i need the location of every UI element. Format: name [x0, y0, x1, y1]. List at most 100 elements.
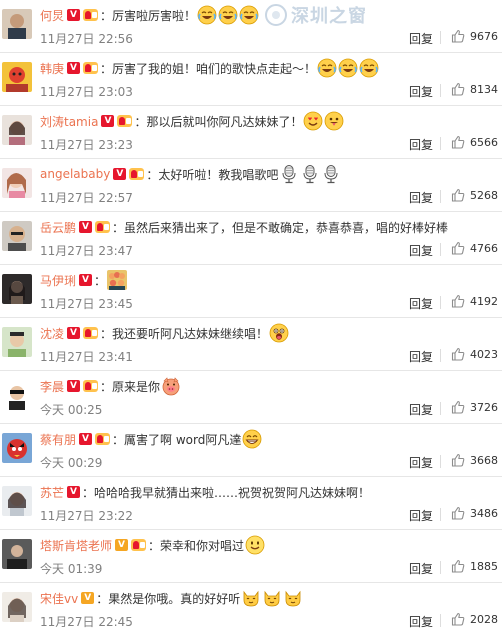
- verified-badge-icon[interactable]: V: [79, 221, 93, 233]
- colon-separator: ：: [94, 273, 107, 288]
- reply-button[interactable]: 回复: [409, 348, 433, 365]
- watermark: 深圳之窗: [265, 2, 367, 28]
- divider: [440, 508, 441, 521]
- watermark-text: 深圳之窗: [291, 6, 368, 27]
- like-count: 4192: [470, 294, 498, 308]
- verified-badge-icon[interactable]: V: [79, 433, 93, 445]
- reply-button[interactable]: 回复: [409, 454, 433, 471]
- member-level-icon[interactable]: [83, 9, 99, 21]
- like-count: 4023: [470, 347, 498, 361]
- like-button[interactable]: 2028: [451, 612, 498, 626]
- verified-badge-icon[interactable]: V: [101, 115, 115, 127]
- verified-badge-icon[interactable]: V: [79, 274, 93, 286]
- like-button[interactable]: 1885: [451, 559, 498, 573]
- verified-badge-icon[interactable]: V: [113, 168, 127, 180]
- comment-body: 韩庚 V ： 厉害了我的姐！咱们的歌快点走起～！: [40, 58, 379, 78]
- avatar[interactable]: [2, 592, 32, 622]
- commenter-name[interactable]: 马伊琍: [40, 272, 76, 289]
- colon-separator: ：: [96, 591, 109, 606]
- avatar[interactable]: [2, 380, 32, 410]
- thumbs-up-icon: [451, 29, 465, 43]
- member-level-icon[interactable]: [83, 327, 99, 339]
- comment-text: 原来是你: [112, 379, 161, 394]
- comment-time: 11月27日 23:41: [40, 349, 133, 364]
- cat-emoji: [262, 588, 282, 608]
- smile-emoji: [245, 535, 265, 555]
- commenter-name[interactable]: 蔡有朋: [40, 431, 76, 448]
- crying-laugh-emoji: [359, 58, 379, 78]
- commenter-name[interactable]: 塔斯肯塔老师: [40, 537, 112, 554]
- verified-badge-icon[interactable]: V: [67, 62, 81, 74]
- reply-button[interactable]: 回复: [409, 83, 433, 100]
- member-level-icon[interactable]: [131, 539, 147, 551]
- like-button[interactable]: 4766: [451, 241, 498, 255]
- like-button[interactable]: 8134: [451, 82, 498, 96]
- reply-button[interactable]: 回复: [409, 507, 433, 524]
- commenter-name[interactable]: 苏芒: [40, 484, 64, 501]
- thumbs-up-icon: [451, 400, 465, 414]
- like-button[interactable]: 4023: [451, 347, 498, 361]
- commenter-name[interactable]: 何炅: [40, 7, 64, 24]
- comment-body: 沈凌 V ： 我还要听阿凡达妹妹继续唱！: [40, 323, 289, 343]
- commenter-name[interactable]: angelababy: [40, 167, 110, 181]
- reply-button[interactable]: 回复: [409, 30, 433, 47]
- avatar[interactable]: [2, 274, 32, 304]
- like-button[interactable]: 3726: [451, 400, 498, 414]
- avatar[interactable]: [2, 327, 32, 357]
- divider: [440, 296, 441, 309]
- thumbs-up-icon: [451, 506, 465, 520]
- comment-text: 哈哈哈我早就猜出来啦……祝贺祝贺阿凡达妹妹啊！: [94, 485, 371, 500]
- commenter-name[interactable]: 岳云鹏: [40, 219, 76, 236]
- member-level-icon[interactable]: [83, 62, 99, 74]
- avatar[interactable]: [2, 9, 32, 39]
- like-button[interactable]: 3668: [451, 453, 498, 467]
- avatar[interactable]: [2, 62, 32, 92]
- reply-button[interactable]: 回复: [409, 189, 433, 206]
- avatar[interactable]: [2, 221, 32, 251]
- reply-button[interactable]: 回复: [409, 242, 433, 259]
- comment-row: angelababy V ： 太好听啦！教我唱歌吧 11月27日 22:57 回…: [0, 159, 502, 212]
- colon-separator: ：: [100, 379, 113, 394]
- comment-row: 沈凌 V ： 我还要听阿凡达妹妹继续唱！ 11月27日 23:41 回复 402…: [0, 318, 502, 371]
- verified-badge-icon[interactable]: V: [81, 592, 95, 604]
- commenter-name[interactable]: 李晨: [40, 378, 64, 395]
- reply-button[interactable]: 回复: [409, 295, 433, 312]
- thumbs-up-icon: [451, 188, 465, 202]
- avatar[interactable]: [2, 168, 32, 198]
- like-count: 8134: [470, 82, 498, 96]
- avatar[interactable]: [2, 486, 32, 516]
- comment-body: 岳云鹏 V ： 虽然后来猜出来了，但是不敢确定，恭喜恭喜，唱的好棒好棒: [40, 217, 448, 237]
- like-button[interactable]: 9676: [451, 29, 498, 43]
- thumbs-up-icon: [451, 294, 465, 308]
- like-button[interactable]: 4192: [451, 294, 498, 308]
- member-level-icon[interactable]: [117, 115, 133, 127]
- reply-button[interactable]: 回复: [409, 613, 433, 630]
- reply-button[interactable]: 回复: [409, 560, 433, 577]
- commenter-name[interactable]: 沈凌: [40, 325, 64, 342]
- crying-laugh-emoji: [239, 5, 259, 25]
- like-button[interactable]: 3486: [451, 506, 498, 520]
- verified-badge-icon[interactable]: V: [67, 327, 81, 339]
- verified-badge-icon[interactable]: V: [115, 539, 129, 551]
- member-level-icon[interactable]: [95, 433, 111, 445]
- like-button[interactable]: 5268: [451, 188, 498, 202]
- thumbs-up-icon: [451, 559, 465, 573]
- commenter-name[interactable]: 刘涛tamia: [40, 113, 98, 130]
- comment-text: 那以后就叫你阿凡达妹妹了！: [146, 114, 303, 129]
- reply-button[interactable]: 回复: [409, 136, 433, 153]
- like-button[interactable]: 6566: [451, 135, 498, 149]
- member-level-icon[interactable]: [95, 221, 111, 233]
- comment-body: 蔡有朋 V ： 厲害了啊 word阿凡達: [40, 429, 262, 449]
- avatar[interactable]: [2, 433, 32, 463]
- avatar[interactable]: [2, 539, 32, 569]
- colon-separator: ：: [100, 8, 113, 23]
- verified-badge-icon[interactable]: V: [67, 380, 81, 392]
- verified-badge-icon[interactable]: V: [67, 9, 81, 21]
- member-level-icon[interactable]: [83, 380, 99, 392]
- reply-button[interactable]: 回复: [409, 401, 433, 418]
- commenter-name[interactable]: 宋佳vv: [40, 590, 78, 607]
- commenter-name[interactable]: 韩庚: [40, 60, 64, 77]
- verified-badge-icon[interactable]: V: [67, 486, 81, 498]
- avatar[interactable]: [2, 115, 32, 145]
- member-level-icon[interactable]: [129, 168, 145, 180]
